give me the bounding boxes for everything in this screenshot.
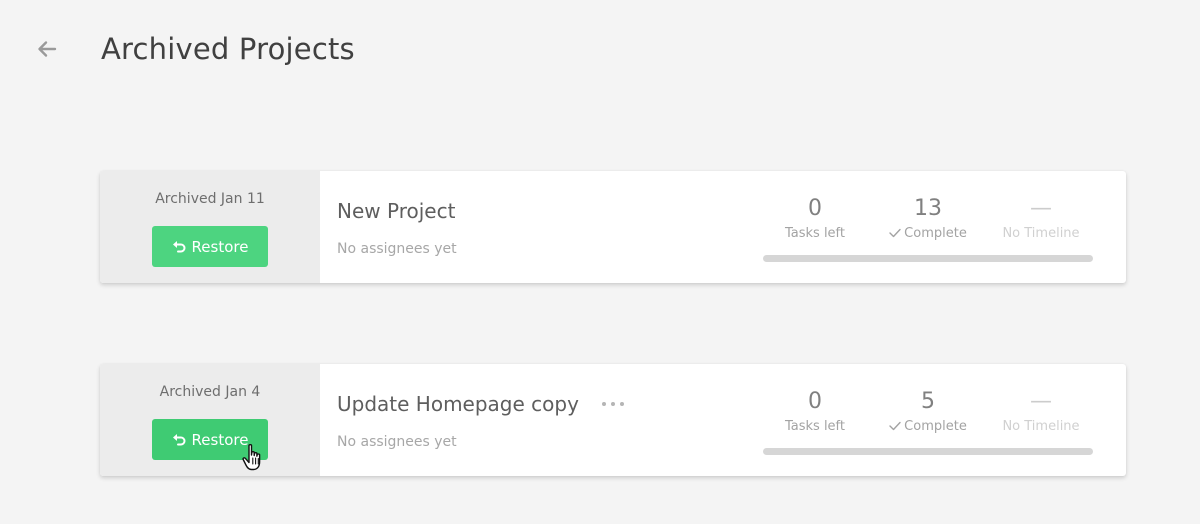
timeline-label: No Timeline bbox=[1002, 419, 1080, 434]
archive-panel: Archived Jan 11 Restore bbox=[100, 171, 320, 283]
archive-panel: Archived Jan 4 Restore bbox=[100, 364, 320, 476]
archived-project-card: Archived Jan 11 Restore New Project No a… bbox=[100, 171, 1126, 283]
tasks-left-label: Tasks left bbox=[784, 419, 846, 434]
tasks-left-stat: 0 Tasks left bbox=[760, 194, 870, 241]
project-name[interactable]: New Project bbox=[337, 199, 455, 223]
more-horizontal-icon[interactable] bbox=[601, 400, 625, 408]
restore-button-label: Restore bbox=[191, 237, 249, 256]
archived-date: Archived Jan 4 bbox=[159, 384, 261, 400]
tasks-left-value: 0 bbox=[808, 196, 822, 221]
page-title: Archived Projects bbox=[101, 32, 355, 66]
restore-button-label: Restore bbox=[191, 430, 249, 449]
complete-label: Complete bbox=[904, 419, 967, 434]
checkmark-icon bbox=[889, 421, 901, 431]
progress-bar bbox=[763, 255, 1093, 262]
complete-value: 5 bbox=[921, 389, 935, 414]
tasks-left-stat: 0 Tasks left bbox=[760, 387, 870, 434]
timeline-stat: — No Timeline bbox=[986, 387, 1096, 434]
tasks-left-value: 0 bbox=[808, 389, 822, 414]
tasks-left-label: Tasks left bbox=[784, 226, 846, 241]
undo-arrow-icon bbox=[172, 433, 186, 445]
timeline-value: — bbox=[1030, 389, 1052, 414]
back-arrow-icon[interactable] bbox=[34, 36, 60, 62]
complete-value: 13 bbox=[914, 196, 942, 221]
project-name[interactable]: Update Homepage copy bbox=[337, 392, 579, 416]
undo-arrow-icon bbox=[172, 240, 186, 252]
archived-date: Archived Jan 11 bbox=[155, 191, 265, 207]
assignees-status: No assignees yet bbox=[337, 434, 457, 450]
checkmark-icon bbox=[889, 228, 901, 238]
restore-button[interactable]: Restore bbox=[152, 419, 268, 460]
complete-label: Complete bbox=[904, 226, 967, 241]
assignees-status: No assignees yet bbox=[337, 241, 457, 257]
timeline-stat: — No Timeline bbox=[986, 194, 1096, 241]
archived-project-card: Archived Jan 4 Restore Update Homepage c… bbox=[100, 364, 1126, 476]
complete-stat: 5 Complete bbox=[873, 387, 983, 434]
timeline-label: No Timeline bbox=[1002, 226, 1080, 241]
restore-button[interactable]: Restore bbox=[152, 226, 268, 267]
timeline-value: — bbox=[1030, 196, 1052, 221]
complete-stat: 13 Complete bbox=[873, 194, 983, 241]
progress-bar bbox=[763, 448, 1093, 455]
